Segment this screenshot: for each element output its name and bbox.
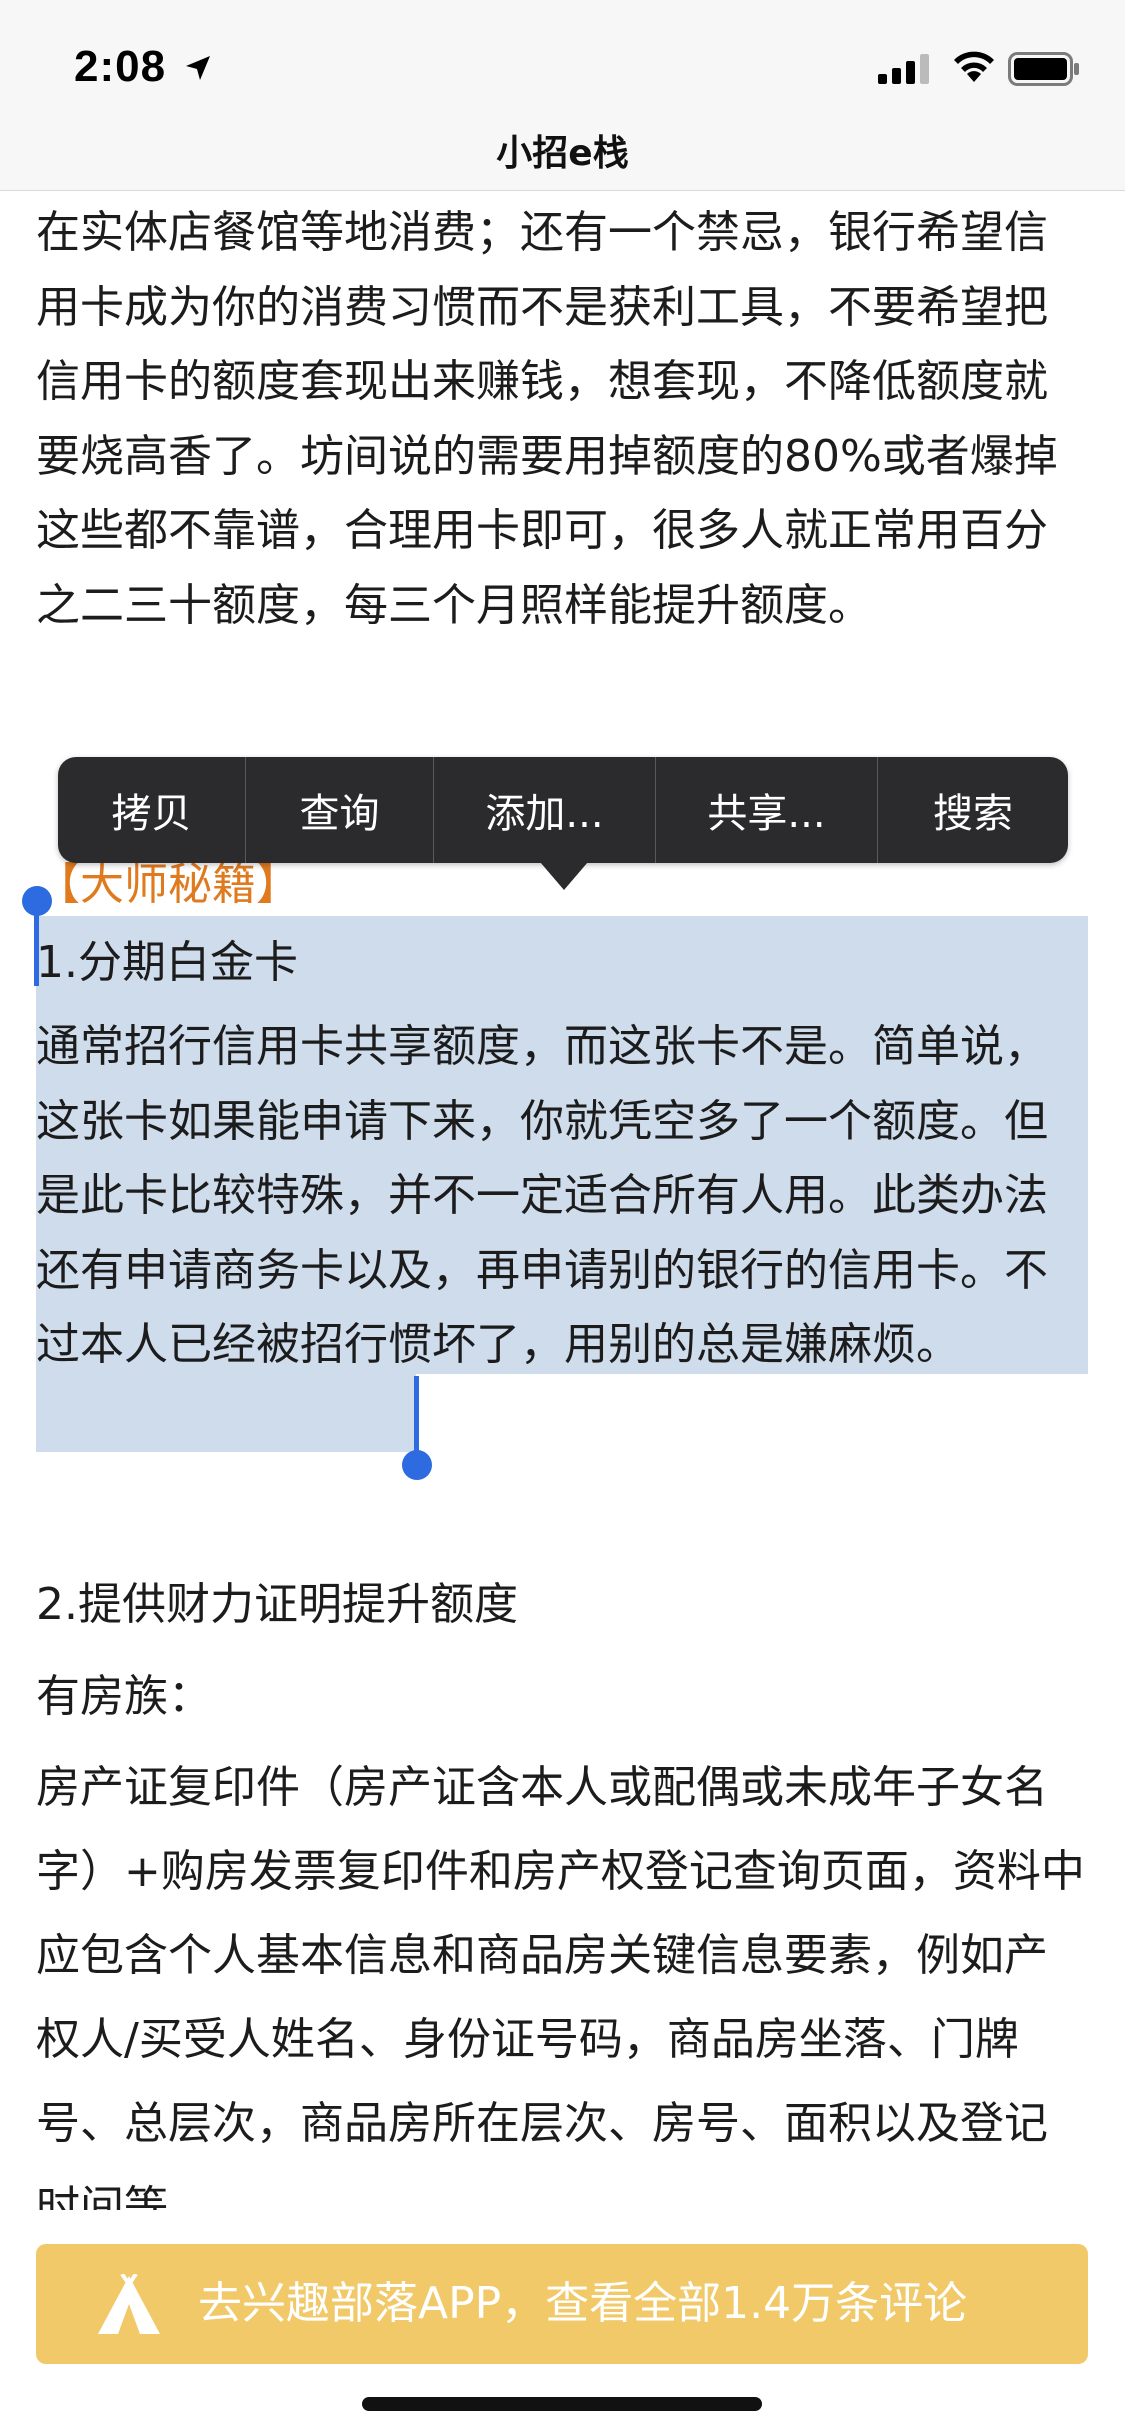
section-1-title: 1.分期白金卡 [36, 937, 298, 988]
section-2-body: 房产证复印件（房产证含本人或配偶或未成年子女名字）+购房发票复印件和房产权登记查… [36, 1762, 1085, 2233]
context-menu-pointer [540, 862, 588, 890]
status-time: 2:08 [74, 42, 167, 91]
top-bar: 2:08 小招e栈 [0, 0, 1125, 191]
lookup-menu-item[interactable]: 查询 [246, 757, 434, 863]
section-1-body: 通常招行信用卡共享额度，而这张卡不是。简单说，这张卡如果能申请下来，你就凭空多了… [36, 1021, 1048, 1370]
text-selection-highlight-end [36, 1374, 416, 1452]
location-arrow-icon [186, 56, 210, 80]
search-menu-item[interactable]: 搜索 [878, 757, 1068, 863]
selection-end-caret [414, 1376, 419, 1456]
article-paragraph-1: 在实体店餐馆等地消费；还有一个禁忌，银行希望信用卡成为你的消费习惯而不是获利工具… [36, 207, 1058, 631]
battery-icon [1008, 52, 1079, 86]
page-title: 小招e栈 [496, 133, 629, 174]
section-2-subtitle: 有房族： [36, 1671, 212, 1722]
selection-end-handle[interactable] [402, 1450, 432, 1480]
open-app-banner[interactable]: 去兴趣部落APP，查看全部1.4万条评论 [36, 2244, 1088, 2364]
text-context-menu: 拷贝 查询 添加... 共享... 搜索 [58, 757, 1068, 863]
tent-logo-icon [98, 2274, 160, 2334]
selection-start-caret [34, 900, 39, 986]
banner-text: 去兴趣部落APP，查看全部1.4万条评论 [198, 2278, 968, 2329]
copy-menu-item[interactable]: 拷贝 [58, 757, 246, 863]
add-menu-item[interactable]: 添加... [434, 757, 656, 863]
wifi-icon [954, 51, 994, 82]
section-2-title: 2.提供财力证明提升额度 [36, 1579, 518, 1630]
home-indicator[interactable] [362, 2397, 762, 2411]
cellular-signal-icon [878, 54, 929, 84]
share-menu-item[interactable]: 共享... [656, 757, 878, 863]
